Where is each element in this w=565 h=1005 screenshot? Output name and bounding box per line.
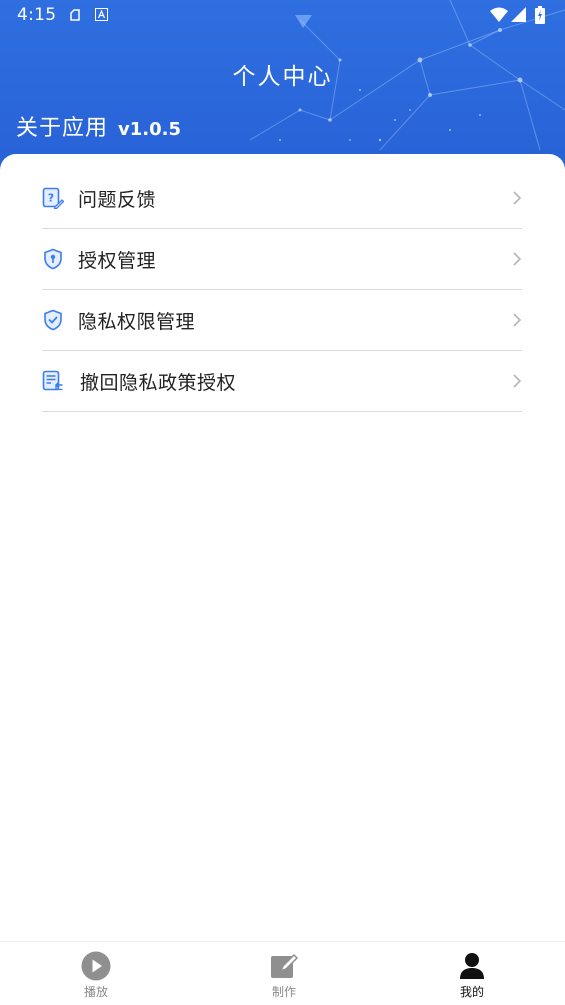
notification-icon [70, 9, 80, 21]
tab-label: 播放 [83, 985, 108, 999]
menu-item-privacy-permissions[interactable]: 隐私权限管理 [42, 290, 522, 351]
menu-item-label: 撤回隐私政策授权 [80, 372, 237, 394]
wifi-icon [490, 7, 508, 22]
menu-item-authorization[interactable]: 授权管理 [42, 229, 522, 290]
bottom-tab-bar: 播放 制作 我的 [0, 941, 565, 1005]
feedback-icon: ? [42, 187, 64, 209]
menu-item-label: 隐私权限管理 [78, 311, 196, 333]
app-version: v1.0.5 [118, 119, 181, 140]
battery-icon [535, 6, 545, 24]
tab-label: 我的 [459, 985, 484, 999]
tab-label: 制作 [271, 985, 296, 999]
chevron-right-icon [513, 191, 522, 205]
font-icon [95, 8, 108, 21]
person-icon [460, 953, 484, 979]
svg-text:?: ? [48, 192, 54, 205]
signal-icon [511, 7, 526, 22]
status-time: 4:15 [17, 5, 57, 25]
chevron-right-icon [513, 374, 522, 388]
menu-item-revoke-privacy-policy[interactable]: 撤回隐私政策授权 [42, 351, 522, 412]
status-bar: 4:15 [0, 0, 565, 32]
menu-card: ? 问题反馈 授权管理 隐私权限管理 撤回隐私政策授权 [0, 154, 565, 944]
menu-item-label: 授权管理 [78, 250, 157, 272]
menu-item-feedback[interactable]: ? 问题反馈 [42, 168, 522, 229]
shield-key-icon [44, 248, 62, 270]
tab-mine[interactable]: 我的 [378, 942, 565, 1005]
shield-check-icon [44, 309, 62, 331]
tab-create[interactable]: 制作 [190, 942, 378, 1005]
chevron-right-icon [513, 313, 522, 327]
about-app-section: 关于应用 v1.0.5 [16, 110, 181, 142]
tab-play[interactable]: 播放 [2, 942, 190, 1005]
page-title: 个人中心 [232, 64, 333, 90]
document-revoke-icon [42, 370, 63, 391]
chevron-right-icon [513, 252, 522, 266]
menu-item-label: 问题反馈 [78, 189, 157, 211]
edit-icon [271, 953, 299, 978]
about-app-label: 关于应用 [16, 116, 109, 141]
play-icon [81, 951, 111, 981]
